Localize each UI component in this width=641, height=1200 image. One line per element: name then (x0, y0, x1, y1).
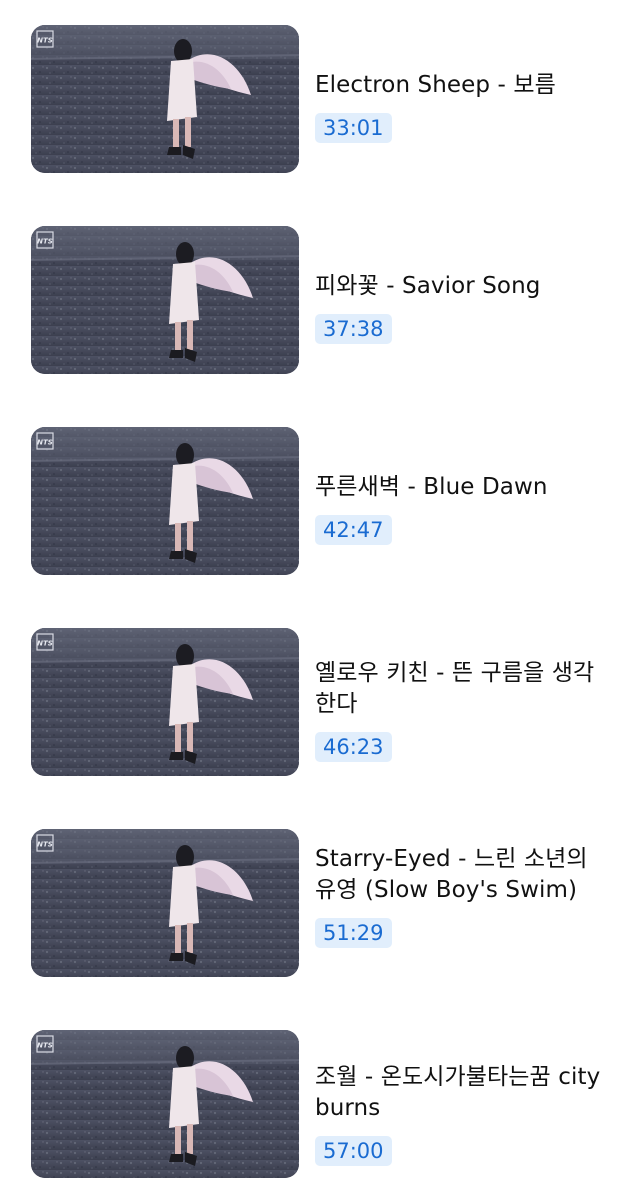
video-thumbnail[interactable]: NTS (31, 427, 299, 575)
duration-badge: 33:01 (315, 113, 392, 143)
angel-walking-field-thumbnail: NTS (31, 829, 299, 977)
video-info: 옐로우 키친 - 뜬 구름을 생각한다 46:23 (315, 658, 615, 762)
video-thumbnail[interactable]: NTS (31, 1030, 299, 1178)
svg-text:NTS: NTS (37, 841, 53, 849)
video-thumbnail[interactable]: NTS (31, 226, 299, 374)
video-list: NTS Electron Sheep - 보름 33:01 NTS 피와꽃 - … (0, 0, 641, 1200)
video-item[interactable]: NTS 조월 - 온도시가불타는꿈 city burns 57:00 (0, 1030, 641, 1180)
svg-text:NTS: NTS (37, 640, 53, 648)
video-item[interactable]: NTS 옐로우 키친 - 뜬 구름을 생각한다 46:23 (0, 628, 641, 778)
svg-text:NTS: NTS (37, 238, 53, 246)
video-title[interactable]: 푸른새벽 - Blue Dawn (315, 472, 615, 503)
angel-walking-field-thumbnail: NTS (31, 427, 299, 575)
svg-text:NTS: NTS (37, 37, 53, 45)
angel-walking-field-thumbnail: NTS (31, 25, 299, 173)
angel-walking-field-thumbnail: NTS (31, 1030, 299, 1178)
video-info: Electron Sheep - 보름 33:01 (315, 70, 615, 143)
video-item[interactable]: NTS 피와꽃 - Savior Song 37:38 (0, 226, 641, 376)
video-info: 조월 - 온도시가불타는꿈 city burns 57:00 (315, 1062, 615, 1166)
video-item[interactable]: NTS 푸른새벽 - Blue Dawn 42:47 (0, 427, 641, 577)
video-info: 푸른새벽 - Blue Dawn 42:47 (315, 472, 615, 545)
duration-badge: 46:23 (315, 732, 392, 762)
video-thumbnail[interactable]: NTS (31, 628, 299, 776)
duration-badge: 57:00 (315, 1136, 392, 1166)
video-title[interactable]: 피와꽃 - Savior Song (315, 271, 615, 302)
video-title[interactable]: 옐로우 키친 - 뜬 구름을 생각한다 (315, 658, 615, 720)
svg-text:NTS: NTS (37, 439, 53, 447)
video-thumbnail[interactable]: NTS (31, 25, 299, 173)
video-title[interactable]: Starry-Eyed - 느린 소년의 유영 (Slow Boy's Swim… (315, 844, 615, 906)
video-item[interactable]: NTS Starry-Eyed - 느린 소년의 유영 (Slow Boy's … (0, 829, 641, 979)
video-info: 피와꽃 - Savior Song 37:38 (315, 271, 615, 344)
angel-walking-field-thumbnail: NTS (31, 226, 299, 374)
video-thumbnail[interactable]: NTS (31, 829, 299, 977)
video-info: Starry-Eyed - 느린 소년의 유영 (Slow Boy's Swim… (315, 844, 615, 948)
duration-badge: 37:38 (315, 314, 392, 344)
video-title[interactable]: Electron Sheep - 보름 (315, 70, 615, 101)
duration-badge: 51:29 (315, 918, 392, 948)
video-item[interactable]: NTS Electron Sheep - 보름 33:01 (0, 25, 641, 175)
duration-badge: 42:47 (315, 515, 392, 545)
video-title[interactable]: 조월 - 온도시가불타는꿈 city burns (315, 1062, 615, 1124)
svg-text:NTS: NTS (37, 1042, 53, 1050)
angel-walking-field-thumbnail: NTS (31, 628, 299, 776)
